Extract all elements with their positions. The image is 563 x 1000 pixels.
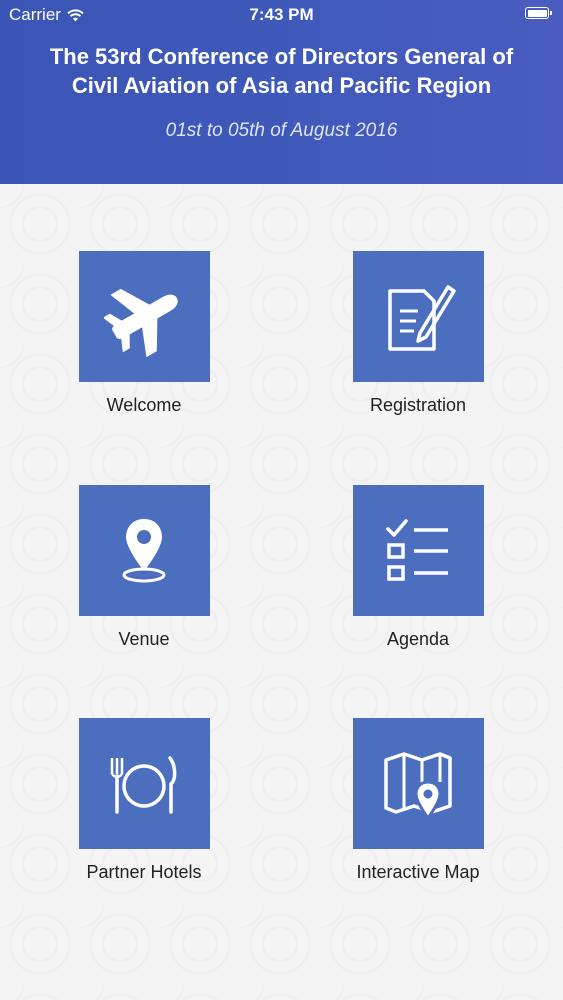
menu-tile-registration[interactable] xyxy=(352,251,484,382)
menu-item-agenda[interactable]: Agenda xyxy=(343,485,493,650)
location-pin-icon xyxy=(122,518,166,582)
app-header: Carrier 7:43 PM The 53rd Conference of D… xyxy=(0,0,563,184)
edit-document-icon xyxy=(388,284,456,351)
conference-dates: 01st to 05th of August 2016 xyxy=(165,120,398,141)
menu-item-registration[interactable]: Registration xyxy=(343,251,493,416)
menu-label-welcome: Welcome xyxy=(106,395,182,415)
menu-tile-agenda[interactable] xyxy=(352,485,484,616)
fork-plate-knife-icon xyxy=(110,755,177,814)
menu-grid: Welcome Registration Venue Agenda Partne… xyxy=(0,184,563,1000)
airplane-icon xyxy=(104,288,178,357)
menu-item-interactive-map[interactable]: Interactive Map xyxy=(343,718,493,883)
menu-tile-welcome[interactable] xyxy=(78,251,210,382)
battery-icon xyxy=(525,7,552,19)
menu-label-partner-hotels: Partner Hotels xyxy=(86,862,202,882)
menu-label-agenda: Agenda xyxy=(386,629,450,649)
menu-tile-interactive-map[interactable] xyxy=(352,718,484,849)
menu-item-welcome[interactable]: Welcome xyxy=(69,251,219,416)
menu-tile-partner-hotels[interactable] xyxy=(78,718,210,849)
menu-item-venue[interactable]: Venue xyxy=(69,485,219,650)
status-time: 7:43 PM xyxy=(249,5,314,24)
checklist-icon xyxy=(386,518,448,581)
status-bar: Carrier 7:43 PM xyxy=(0,0,563,30)
conference-title: The 53rd Conference of Directors General… xyxy=(49,44,514,98)
menu-item-partner-hotels[interactable]: Partner Hotels xyxy=(69,718,219,883)
menu-label-venue: Venue xyxy=(118,629,170,649)
menu-label-interactive-map: Interactive Map xyxy=(356,862,480,882)
menu-tile-venue[interactable] xyxy=(78,485,210,616)
map-pin-icon xyxy=(384,751,452,821)
menu-label-registration: Registration xyxy=(369,395,467,415)
